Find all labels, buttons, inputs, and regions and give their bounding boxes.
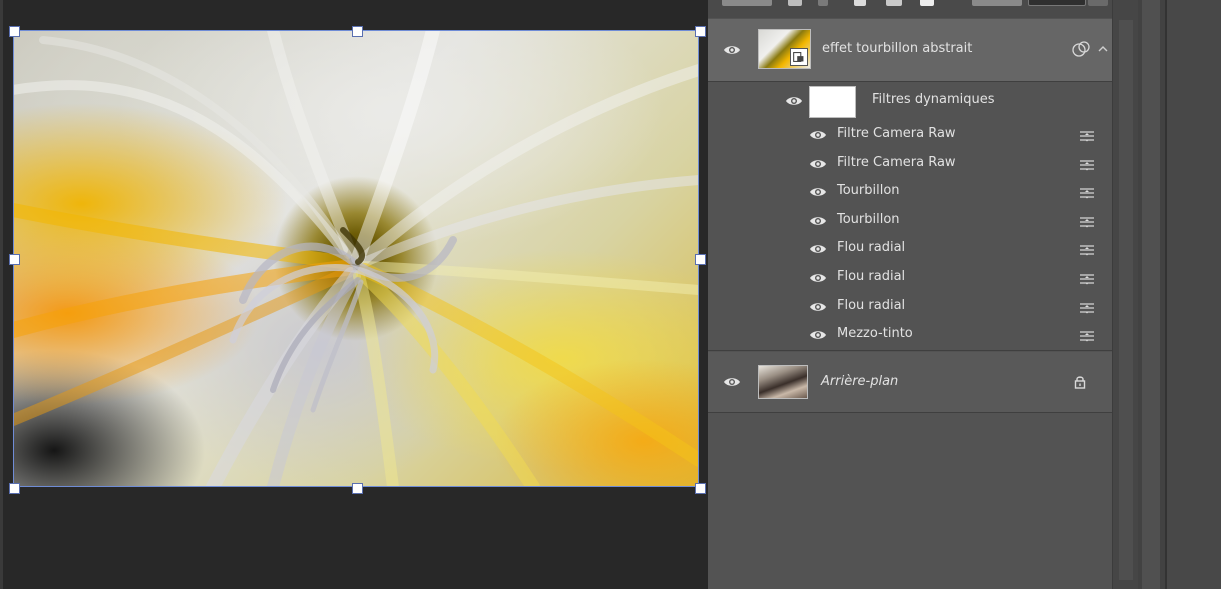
eye-icon[interactable]	[784, 94, 804, 108]
smart-filter-row[interactable]: Flou radial	[708, 234, 1112, 262]
lock-move-icon[interactable]	[854, 0, 866, 6]
layer-row-smart-object[interactable]: effet tourbillon abstrait	[708, 19, 1112, 81]
smart-filter-name[interactable]: Flou radial	[837, 298, 905, 313]
transform-handle-bottom-center[interactable]	[352, 483, 363, 494]
eye-icon[interactable]	[722, 43, 742, 57]
eye-icon[interactable]	[808, 214, 828, 228]
eye-icon[interactable]	[808, 185, 828, 199]
swirl-strokes	[13, 30, 699, 487]
smart-filter-name[interactable]: Tourbillon	[837, 212, 900, 227]
smart-filter-row[interactable]: Flou radial	[708, 263, 1112, 291]
blending-options-icon[interactable]	[1078, 157, 1096, 171]
eye-icon[interactable]	[808, 300, 828, 314]
transform-handle-bottom-right[interactable]	[695, 483, 706, 494]
collapse-chevron-icon[interactable]	[1096, 41, 1110, 55]
layers-panel-scrollbar[interactable]	[1112, 0, 1138, 589]
layer-name-background[interactable]: Arrière-plan	[821, 374, 898, 389]
transform-handle-middle-right[interactable]	[695, 254, 706, 265]
smart-object-badge-icon	[790, 48, 808, 66]
layers-panel: effet tourbillon abstrait Filtres dynami…	[708, 0, 1112, 589]
smart-filter-row[interactable]: Filtre Camera Raw	[708, 149, 1112, 177]
smart-filters-label: Filtres dynamiques	[872, 92, 995, 107]
smart-filter-name[interactable]: Flou radial	[837, 269, 905, 284]
smart-filter-row[interactable]: Tourbillon	[708, 177, 1112, 205]
eye-icon[interactable]	[808, 242, 828, 256]
blending-options-icon[interactable]	[1078, 214, 1096, 228]
blending-options-icon[interactable]	[1078, 300, 1096, 314]
fill-dropdown-cutoff[interactable]	[1088, 0, 1108, 6]
lock-brush-icon[interactable]	[818, 0, 828, 6]
lock-artboard-icon[interactable]	[886, 0, 902, 6]
layer-separator	[708, 412, 1112, 413]
document-canvas-area[interactable]	[0, 0, 708, 589]
blending-options-icon[interactable]	[1078, 271, 1096, 285]
transform-handle-middle-left[interactable]	[9, 254, 20, 265]
abstract-swirl-artwork[interactable]	[13, 30, 699, 487]
fill-input-cutoff[interactable]	[1028, 0, 1086, 6]
eye-icon[interactable]	[808, 157, 828, 171]
layer-name-smart-object[interactable]: effet tourbillon abstrait	[822, 41, 972, 56]
lock-label-cutoff	[722, 0, 772, 6]
filter-mask-thumbnail[interactable]	[809, 86, 856, 118]
dock-strip	[1167, 0, 1221, 589]
layers-panel-toolbar-cutoff	[708, 0, 1112, 18]
layer-separator	[708, 350, 1112, 351]
transform-handle-top-center[interactable]	[352, 26, 363, 37]
linked-filter-icon[interactable]	[1070, 39, 1092, 59]
smart-filter-row[interactable]: Flou radial	[708, 292, 1112, 320]
smart-filter-row[interactable]: Mezzo-tinto	[708, 320, 1112, 348]
smart-filters-row[interactable]: Filtres dynamiques	[708, 82, 1112, 118]
blending-options-icon[interactable]	[1078, 242, 1096, 256]
smart-filter-name[interactable]: Filtre Camera Raw	[837, 155, 956, 170]
lock-pixels-icon[interactable]	[788, 0, 802, 6]
eye-icon[interactable]	[808, 271, 828, 285]
eye-icon[interactable]	[808, 328, 828, 342]
smart-filter-name[interactable]: Filtre Camera Raw	[837, 126, 956, 141]
transform-handle-top-left[interactable]	[9, 26, 20, 37]
scrollbar-track[interactable]	[1119, 20, 1133, 580]
smart-object-thumbnail[interactable]	[758, 29, 811, 69]
fill-label-cutoff	[972, 0, 1022, 6]
smart-filter-name[interactable]: Mezzo-tinto	[837, 326, 913, 341]
smart-filter-row[interactable]: Filtre Camera Raw	[708, 120, 1112, 148]
eye-icon[interactable]	[722, 375, 742, 389]
eye-icon[interactable]	[808, 128, 828, 142]
smart-filter-row[interactable]: Tourbillon	[708, 206, 1112, 234]
blending-options-icon[interactable]	[1078, 185, 1096, 199]
dock-strip	[1142, 0, 1160, 589]
photo-thumbnail[interactable]	[758, 365, 808, 399]
right-dock-gutter	[1138, 0, 1221, 589]
canvas-left-edge	[0, 0, 3, 589]
lock-all-icon[interactable]	[920, 0, 934, 6]
layer-row-background[interactable]: Arrière-plan	[708, 352, 1112, 412]
smart-filters-list: Filtre Camera Raw Filtre Camera Raw Tourbi…	[708, 120, 1112, 348]
smart-filter-name[interactable]: Flou radial	[837, 240, 905, 255]
transform-handle-bottom-left[interactable]	[9, 483, 20, 494]
blending-options-icon[interactable]	[1078, 328, 1096, 342]
blending-options-icon[interactable]	[1078, 128, 1096, 142]
transform-handle-top-right[interactable]	[695, 26, 706, 37]
lock-icon[interactable]	[1072, 374, 1088, 390]
smart-filter-name[interactable]: Tourbillon	[837, 183, 900, 198]
